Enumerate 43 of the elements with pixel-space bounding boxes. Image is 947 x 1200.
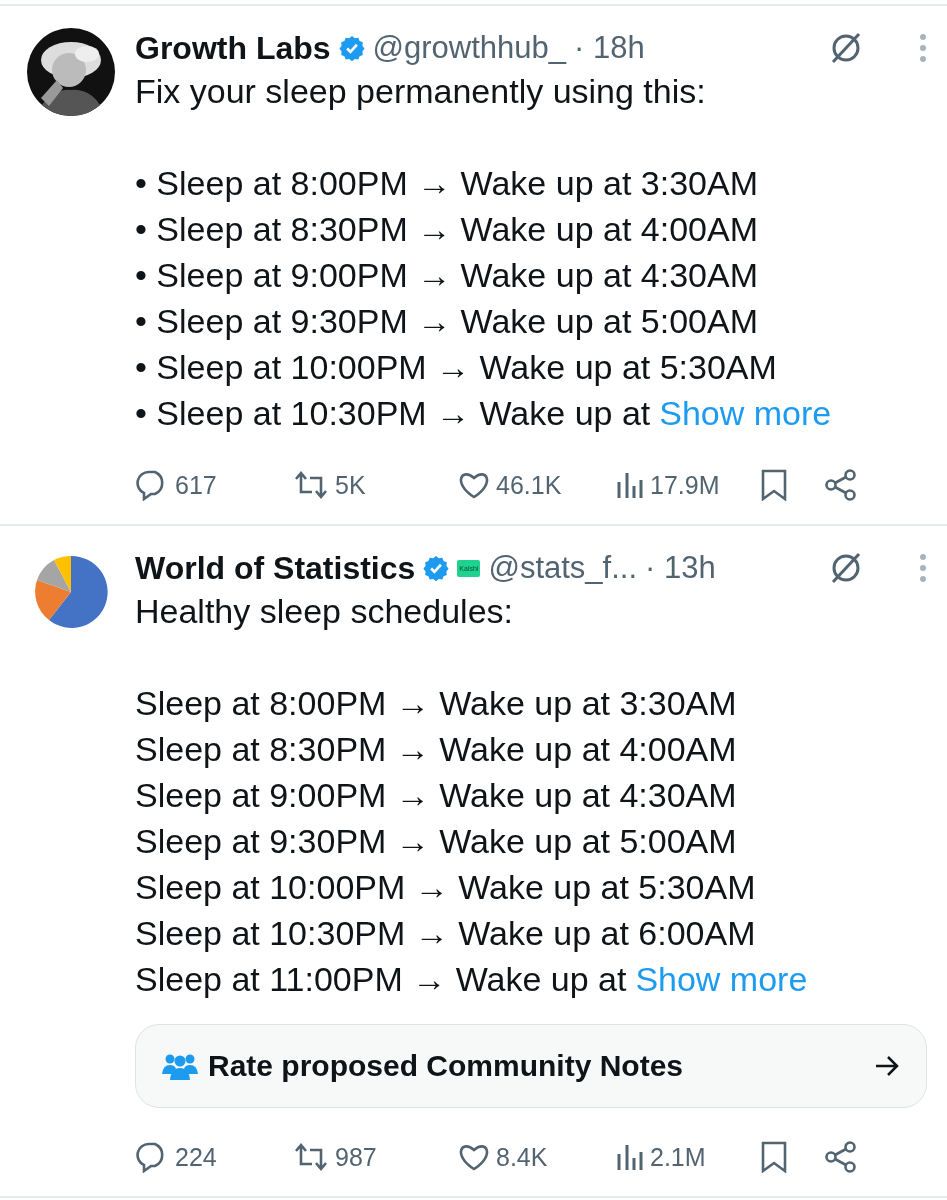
heart-icon[interactable] [458, 1143, 490, 1171]
schedule-line: Sleep at 9:30PM → Wake up at 5:00AM [135, 821, 738, 862]
bookmark-icon[interactable] [760, 1141, 788, 1173]
share-icon[interactable] [824, 1141, 858, 1173]
people-icon [162, 1052, 198, 1080]
repost-count: 5K [335, 470, 366, 500]
author-name[interactable]: World of Statistics [135, 549, 416, 587]
view-count: 2.1M [650, 1142, 706, 1172]
views-icon[interactable] [616, 470, 644, 500]
post-text: Fix your sleep permanently using this: [135, 71, 707, 112]
author-handle: @growthhub_ [372, 30, 567, 66]
schedule-line: Sleep at 9:00PM → Wake up at 4:30AM [135, 775, 738, 816]
schedule-line: • Sleep at 8:30PM → Wake up at 4:00AM [135, 209, 759, 250]
notes-prompt-text: Rate proposed Community Notes [208, 1049, 685, 1083]
views-icon[interactable] [616, 1142, 644, 1172]
bookmark-icon[interactable] [760, 469, 788, 501]
like-count: 46.1K [496, 470, 562, 500]
schedule-line: • Sleep at 10:30PM → Wake up at [135, 393, 651, 434]
schedule-line: Sleep at 8:00PM → Wake up at 3:30AM [135, 683, 738, 724]
share-icon[interactable] [824, 469, 858, 501]
reply-count: 617 [175, 470, 217, 500]
author-name[interactable]: Growth Labs [135, 29, 331, 67]
like-count: 8.4K [496, 1142, 548, 1172]
post-text: Healthy sleep schedules: [135, 591, 514, 632]
repost-icon[interactable] [293, 470, 329, 500]
repost-count: 987 [335, 1142, 377, 1172]
repost-icon[interactable] [293, 1142, 329, 1172]
schedule-line: Sleep at 10:00PM → Wake up at 5:30AM [135, 867, 757, 908]
schedule-line: • Sleep at 10:00PM → Wake up at 5:30AM [135, 347, 778, 388]
view-count: 17.9M [650, 470, 720, 500]
schedule-line: Sleep at 11:00PM → Wake up at [135, 959, 627, 1000]
heart-icon[interactable] [458, 471, 490, 499]
schedule-line: • Sleep at 8:00PM → Wake up at 3:30AM [135, 163, 759, 204]
community-notes-prompt[interactable]: Rate proposed Community Notes [135, 1024, 927, 1108]
schedule-line: • Sleep at 9:30PM → Wake up at 5:00AM [135, 301, 759, 342]
post-time: · 13h [645, 550, 716, 586]
schedule-line: Sleep at 8:30PM → Wake up at 4:00AM [135, 729, 738, 770]
arrow-right-icon [874, 1055, 900, 1077]
reply-count: 224 [175, 1142, 217, 1172]
post-time: · 18h [574, 30, 645, 66]
schedule-line: • Sleep at 9:00PM → Wake up at 4:30AM [135, 255, 759, 296]
schedule-line: Sleep at 10:30PM → Wake up at 6:00AM [135, 913, 757, 954]
author-handle: @stats_f... [488, 550, 638, 586]
